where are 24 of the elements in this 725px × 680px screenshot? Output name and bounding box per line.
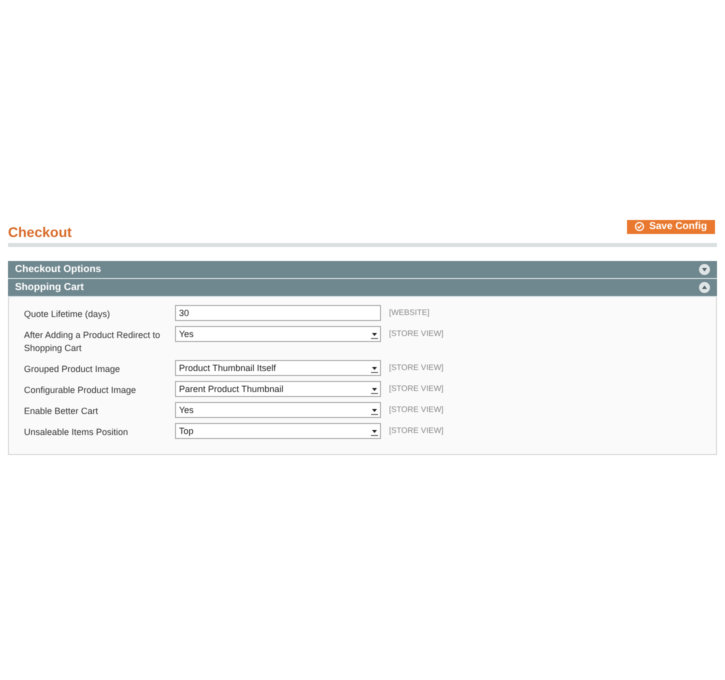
page-title: Checkout — [8, 224, 72, 240]
scope-label: [WEBSITE] — [388, 307, 430, 317]
scope-label: [STORE VIEW] — [388, 383, 445, 393]
dropdown[interactable]: Parent Product Thumbnail — [175, 381, 381, 397]
expand-icon[interactable] — [699, 264, 710, 275]
scope-label: [STORE VIEW] — [388, 404, 445, 414]
dropdown[interactable]: Top — [175, 423, 381, 439]
scope-label: [STORE VIEW] — [388, 362, 445, 372]
scope-label: [STORE VIEW] — [388, 425, 445, 435]
section-header[interactable]: Checkout Options — [8, 261, 717, 279]
dropdown[interactable]: Yes — [175, 402, 381, 418]
dropdown[interactable]: Yes — [175, 326, 381, 342]
section-header[interactable]: Shopping Cart — [8, 279, 717, 297]
scope-label: [STORE VIEW] — [388, 328, 445, 338]
field-label: Grouped Product Image — [24, 363, 122, 376]
field-label: Quote Lifetime (days) — [24, 308, 112, 321]
input-field[interactable]: 30 — [175, 305, 381, 321]
field-label: Configurable Product Image — [24, 384, 138, 397]
check-circle-icon — [635, 222, 644, 231]
dropdown[interactable]: Product Thumbnail Itself — [175, 360, 381, 376]
field-label: Enable Better Cart — [24, 405, 100, 418]
collapse-icon[interactable] — [699, 282, 710, 293]
field-label: Unsaleable Items Position — [24, 426, 130, 439]
field-label: After Adding a Product Redirect to Shopping Cart — [24, 329, 162, 355]
